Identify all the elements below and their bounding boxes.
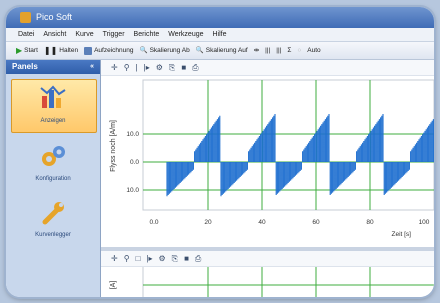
print-icon[interactable]: ⎙ [192, 60, 198, 75]
bottom-chart-svg: [A] [110, 267, 434, 297]
save-icon[interactable]: ■ [184, 251, 189, 266]
menu-werkzeuge[interactable]: Werkzeuge [168, 28, 203, 41]
columns-icon[interactable]: ||| [265, 42, 270, 60]
move-icon[interactable]: ✛ [111, 251, 118, 266]
settings-icon[interactable]: ⚙ [159, 251, 166, 266]
application-window: Pico Soft Datei Ansicht Kurve Trigger Be… [6, 7, 434, 297]
stop-button[interactable]: ❚❚ Halten [44, 42, 78, 60]
copy-icon[interactable]: ⎘ [172, 251, 178, 266]
settings-icon[interactable]: ⚙ [156, 60, 163, 75]
menu-trigger[interactable]: Trigger [103, 28, 125, 41]
record-button[interactable]: Aufzeichnung [84, 42, 133, 60]
x-tick-label: 60 [312, 219, 320, 226]
cursor-icon[interactable]: □ [136, 251, 141, 266]
save-icon[interactable]: ■ [181, 60, 186, 75]
panel-item-konfiguration[interactable]: Konfiguration [6, 176, 100, 182]
y-axis-label: [A] [110, 281, 117, 290]
circle-icon[interactable]: ○ [297, 42, 301, 60]
zoom-icon[interactable]: ⚲ [124, 60, 130, 75]
menu-berichte[interactable]: Berichte [134, 28, 160, 41]
bottom-chart[interactable]: [A] [101, 267, 434, 297]
panel-item-kurvenlegger[interactable]: Kurvenlegger [6, 232, 100, 238]
panels-title: Panels [12, 62, 38, 71]
zoom-in-icon: 🔍 [195, 46, 204, 54]
x-tick-label: 80 [366, 219, 374, 226]
menu-ansicht[interactable]: Ansicht [43, 28, 66, 41]
chart-toolbar-bottom: ✛ ⚲ □ |▸ ⚙ ⎘ ■ ⎙ [101, 251, 434, 267]
sum-icon[interactable]: Σ [287, 42, 291, 60]
x-tick-label: 40 [258, 219, 266, 226]
y-tick-label: 10.0 [126, 187, 139, 194]
wrench-icon [42, 202, 64, 225]
y-tick-label: 10.0 [126, 131, 139, 138]
start-button[interactable]: ▶ Start [16, 42, 38, 60]
split-icon[interactable]: ⇹ [254, 42, 259, 60]
collapse-icon[interactable]: « [90, 60, 94, 74]
top-chart[interactable]: Flyss noch [A/m] 10.0 0.0 10.0 0.0 20 40… [101, 76, 434, 246]
panels-header: Panels « [6, 60, 100, 74]
title-bar: Pico Soft [6, 7, 434, 28]
gears-icon [42, 146, 65, 166]
menu-bar: Datei Ansicht Kurve Trigger Berichte Wer… [6, 28, 434, 42]
menu-hilfe[interactable]: Hilfe [213, 28, 227, 41]
move-icon[interactable]: ✛ [111, 60, 118, 75]
chart-toolbar: ✛ ⚲ | |▸ ⚙ ⎘ ■ ⎙ [101, 60, 434, 76]
x-tick-label: 100 [419, 219, 430, 226]
zoom-in-button[interactable]: 🔍 Skalierung Auf [196, 42, 248, 60]
menu-datei[interactable]: Datei [18, 28, 34, 41]
copy-icon[interactable]: ⎘ [169, 60, 175, 75]
print-icon[interactable]: ⎙ [195, 251, 201, 266]
menu-kurve[interactable]: Kurve [75, 28, 93, 41]
auto-button[interactable]: Auto [307, 42, 320, 60]
app-icon [20, 12, 31, 23]
x-tick-label: 0.0 [149, 219, 158, 226]
main-toolbar: ▶ Start ❚❚ Halten Aufzeichnung 🔍 Skalier… [6, 42, 434, 60]
pause-icon: ❚❚ [43, 45, 58, 55]
record-icon [84, 46, 93, 55]
chart-display-icon [40, 85, 66, 108]
columns2-icon[interactable]: ||| [276, 42, 281, 60]
signal-chart: Flyss noch [A/m] 10.0 0.0 10.0 0.0 20 40… [110, 79, 434, 238]
y-axis-label: Flyss noch [A/m] [110, 120, 117, 172]
panel-item-anzeigen[interactable]: Anzeigen [6, 118, 100, 124]
x-axis-label: Zeit [s] [391, 231, 411, 238]
zoom-out-button[interactable]: 🔍 Skalierung Ab [139, 42, 189, 60]
cursor-icon[interactable]: | [136, 60, 138, 75]
zoom-out-icon: 🔍 [139, 46, 148, 54]
y-tick-label: 0.0 [130, 159, 139, 166]
marker-icon[interactable]: |▸ [146, 251, 152, 266]
zoom-icon[interactable]: ⚲ [124, 251, 130, 266]
window-title: Pico Soft [36, 12, 73, 22]
panels-sidebar: Panels « Anzeigen Konfiguration Kurvenle… [6, 60, 101, 297]
x-tick-label: 20 [204, 219, 212, 226]
marker-icon[interactable]: |▸ [144, 60, 150, 75]
play-icon: ▶ [16, 45, 23, 55]
